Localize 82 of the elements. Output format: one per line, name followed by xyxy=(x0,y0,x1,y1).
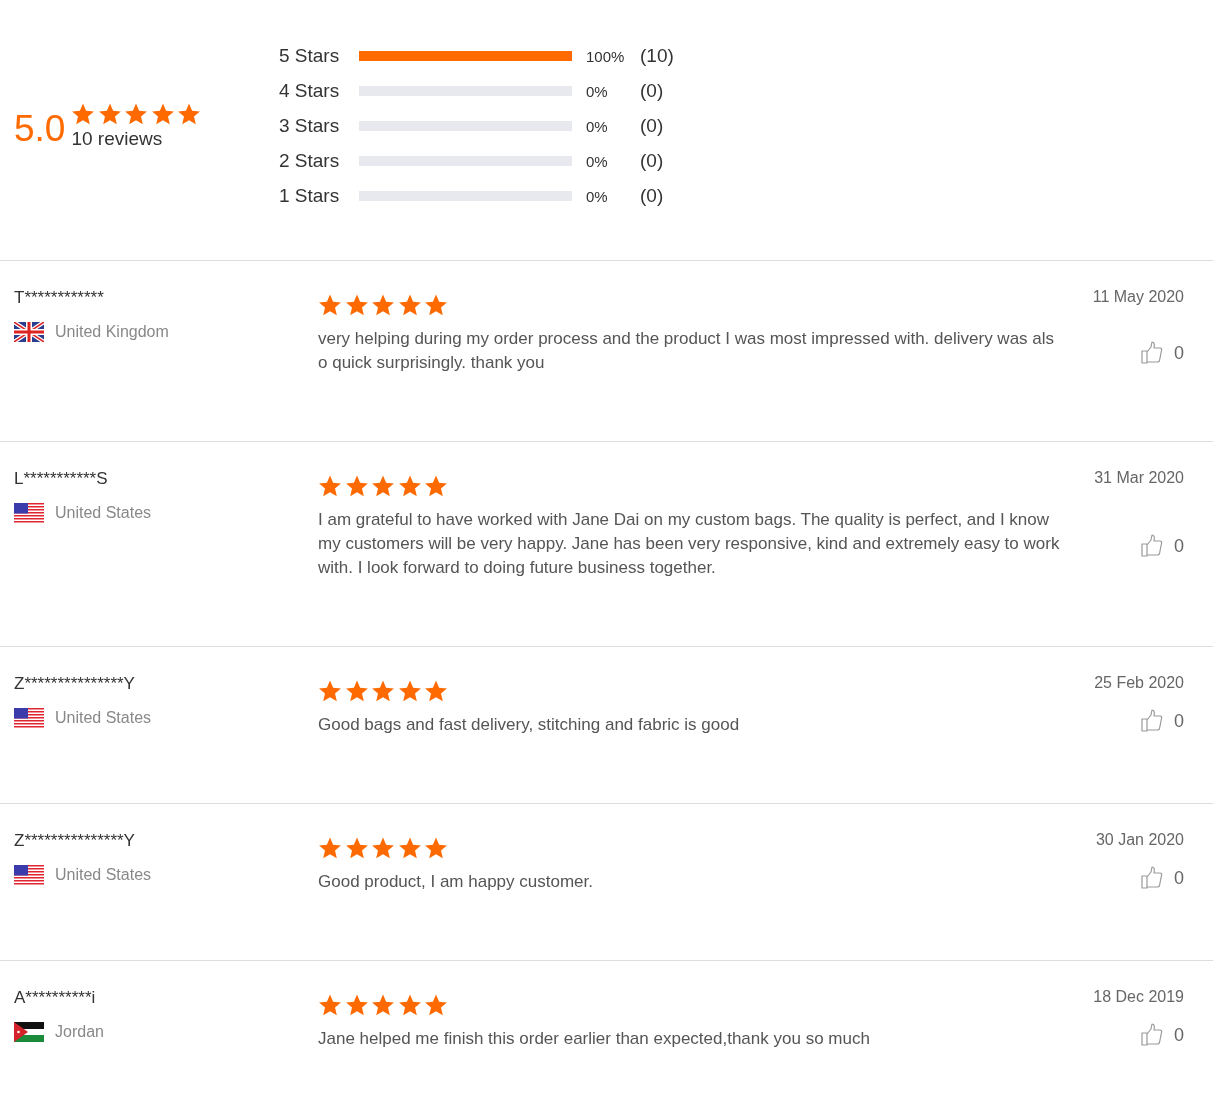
star-icon xyxy=(318,836,342,860)
country-label: United Kingdom xyxy=(55,323,169,341)
review-text: Good bags and fast delivery, stitching and fabric is good xyxy=(318,714,741,736)
star-icon xyxy=(424,474,448,498)
star-icon xyxy=(424,679,448,703)
star-icon xyxy=(344,293,369,317)
thumbs-up-icon[interactable] xyxy=(1141,865,1163,889)
star-icon xyxy=(344,679,369,703)
thumbs-up-icon[interactable] xyxy=(1141,1022,1163,1046)
reviewer-name: T************ xyxy=(14,288,105,308)
count-label: (0) xyxy=(640,80,664,102)
percent-label: 0% xyxy=(586,152,609,170)
flag-icon xyxy=(14,1022,44,1042)
review-text: very helping during my order process and the product I was most impressed with. delivery was also quick surprisingly. thank you xyxy=(318,328,1056,374)
star-icon xyxy=(424,993,448,1017)
count-label: (0) xyxy=(640,150,664,172)
country-label: United States xyxy=(55,866,152,884)
star-icon xyxy=(318,993,342,1017)
star-level-label: 2 Stars xyxy=(279,150,341,172)
star-icon xyxy=(371,836,395,860)
percent-label: 100% xyxy=(586,47,626,65)
thumbs-up-icon[interactable] xyxy=(1141,708,1163,732)
review-text: I am grateful to have worked with Jane Dai on my custom bags. The quality is perfect, and I know my customers will be very happy. Jane has been very responsive, kind and extremely easy to work with. I look forward to doing future business together. xyxy=(318,509,1061,579)
review-date: 11 May 2020 xyxy=(1092,288,1184,306)
reviewer-name: L***********S xyxy=(14,469,109,489)
star-level-label: 5 Stars xyxy=(279,45,341,67)
thumbs-up-icon[interactable] xyxy=(1141,340,1163,364)
review-text: Jane helped me finish this order earlier than expected,thank you so much xyxy=(318,1028,871,1050)
flag-icon xyxy=(14,708,44,728)
flag-icon xyxy=(14,322,44,342)
review-date: 30 Jan 2020 xyxy=(1095,831,1184,849)
star-level-label: 1 Stars xyxy=(279,185,341,207)
star-icon xyxy=(371,474,395,498)
rating-score: 5.0 xyxy=(14,110,66,147)
count-label: (10) xyxy=(640,45,674,67)
like-count: 0 xyxy=(1174,868,1184,889)
like-count: 0 xyxy=(1174,343,1184,364)
review-text: Good product, I am happy customer. xyxy=(318,871,594,893)
reviewer-name: A**********i xyxy=(14,988,97,1008)
star-icon xyxy=(397,993,422,1017)
star-icon xyxy=(177,102,202,126)
star-icon xyxy=(124,102,149,126)
star-icon xyxy=(344,474,369,498)
review-count: 10 reviews xyxy=(71,128,164,150)
count-label: (0) xyxy=(640,115,664,137)
percent-label: 0% xyxy=(586,82,609,100)
star-icon xyxy=(371,993,395,1017)
star-icon xyxy=(344,836,369,860)
star-icon xyxy=(424,836,448,860)
like-count: 0 xyxy=(1174,1025,1184,1046)
flag-icon xyxy=(14,503,44,523)
reviewer-name: Z***************Y xyxy=(14,674,136,694)
star-icon xyxy=(371,679,395,703)
country-label: Jordan xyxy=(55,1023,104,1041)
flag-icon xyxy=(14,865,44,885)
star-icon xyxy=(397,679,422,703)
star-icon xyxy=(397,293,422,317)
star-icon xyxy=(344,993,369,1017)
country-label: United States xyxy=(55,709,152,727)
country-label: United States xyxy=(55,504,152,522)
star-icon xyxy=(397,836,422,860)
star-icon xyxy=(397,474,422,498)
review-date: 31 Mar 2020 xyxy=(1094,469,1184,487)
like-count: 0 xyxy=(1174,711,1184,732)
star-level-label: 4 Stars xyxy=(279,80,341,102)
star-icon xyxy=(71,102,96,126)
count-label: (0) xyxy=(640,185,664,207)
percent-label: 0% xyxy=(586,187,609,205)
reviewer-name: Z***************Y xyxy=(14,831,136,851)
like-count: 0 xyxy=(1174,536,1184,557)
star-icon xyxy=(318,679,342,703)
percent-label: 0% xyxy=(586,117,609,135)
thumbs-up-icon[interactable] xyxy=(1141,533,1163,557)
star-icon xyxy=(97,102,122,126)
review-date: 18 Dec 2019 xyxy=(1093,988,1184,1006)
star-icon xyxy=(424,293,448,317)
star-icon xyxy=(318,293,342,317)
star-icon xyxy=(371,293,395,317)
review-date: 25 Feb 2020 xyxy=(1094,674,1184,692)
star-icon xyxy=(150,102,175,126)
star-level-label: 3 Stars xyxy=(279,115,341,137)
star-icon xyxy=(318,474,342,498)
